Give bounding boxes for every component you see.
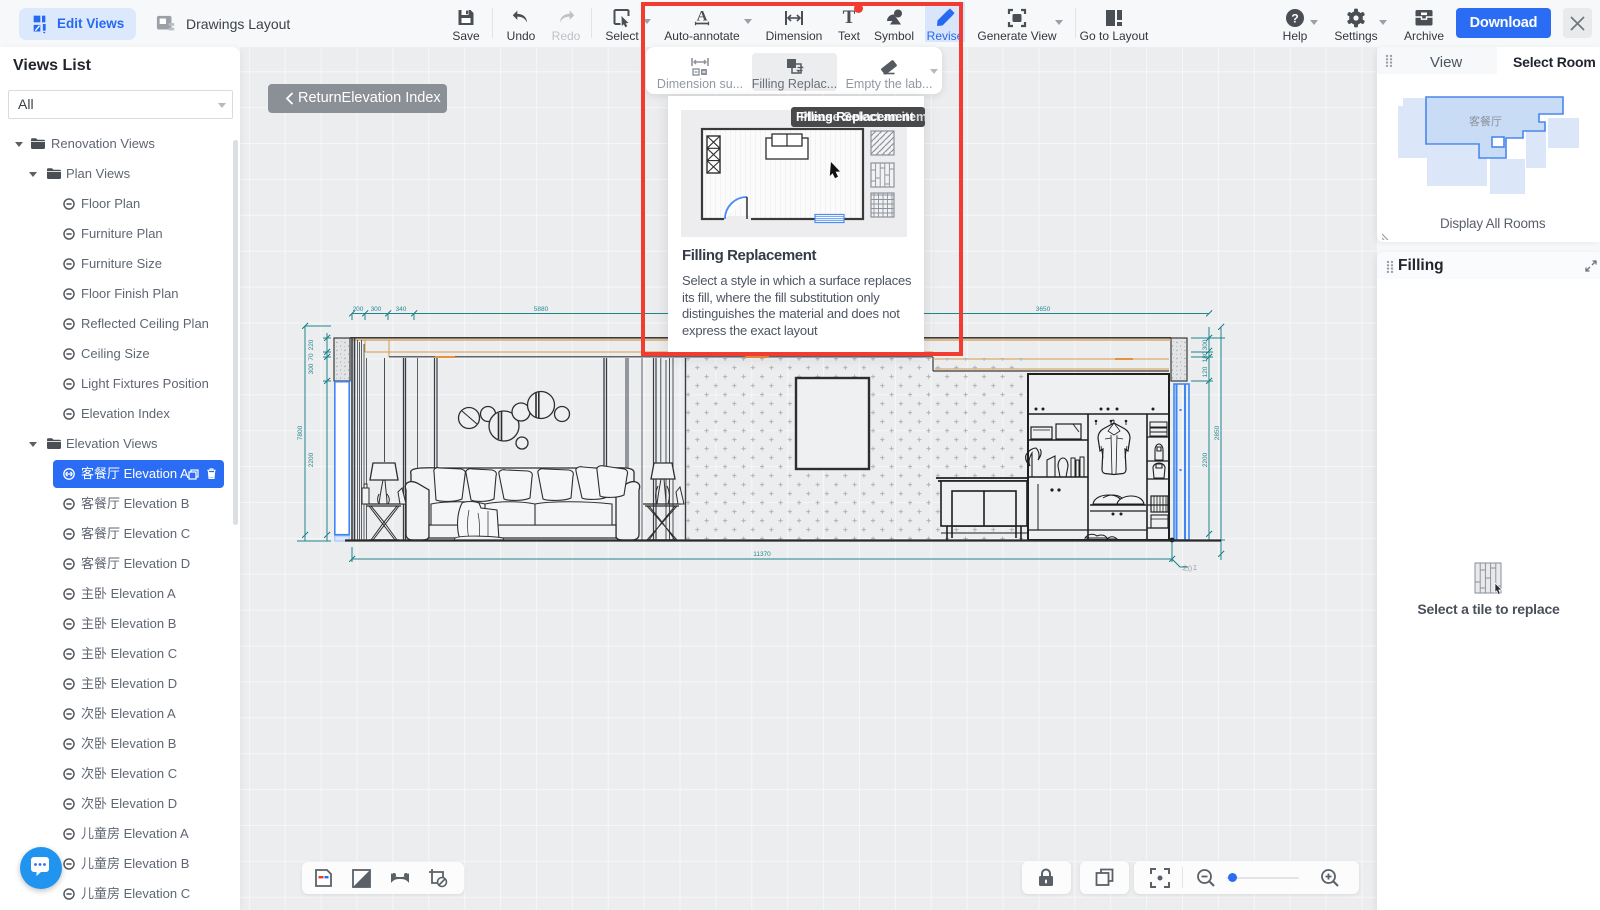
svg-text:220: 220 <box>308 339 315 350</box>
svg-text:客餐厅: 客餐厅 <box>1469 114 1502 128</box>
svg-text:300: 300 <box>1202 339 1209 350</box>
svg-text:7800: 7800 <box>297 425 304 440</box>
svg-text:70: 70 <box>308 353 315 361</box>
svg-text:A: A <box>697 9 708 25</box>
svg-text:300: 300 <box>308 363 315 374</box>
svg-text:340: 340 <box>396 306 407 313</box>
svg-text:5880: 5880 <box>534 306 549 313</box>
svg-text:120: 120 <box>1202 366 1209 377</box>
svg-text:200: 200 <box>353 306 364 313</box>
svg-text:180: 180 <box>1202 351 1209 362</box>
svg-text:300: 300 <box>371 306 382 313</box>
svg-text:2200: 2200 <box>308 452 315 467</box>
svg-text:2200: 2200 <box>1202 452 1209 467</box>
svg-text:2850: 2850 <box>1214 425 1221 440</box>
svg-text:3650: 3650 <box>1036 306 1051 313</box>
svg-text:?: ? <box>1291 12 1298 26</box>
svg-text:11370: 11370 <box>753 551 771 558</box>
svg-text:之()Ｉ: 之()Ｉ <box>1182 564 1198 572</box>
